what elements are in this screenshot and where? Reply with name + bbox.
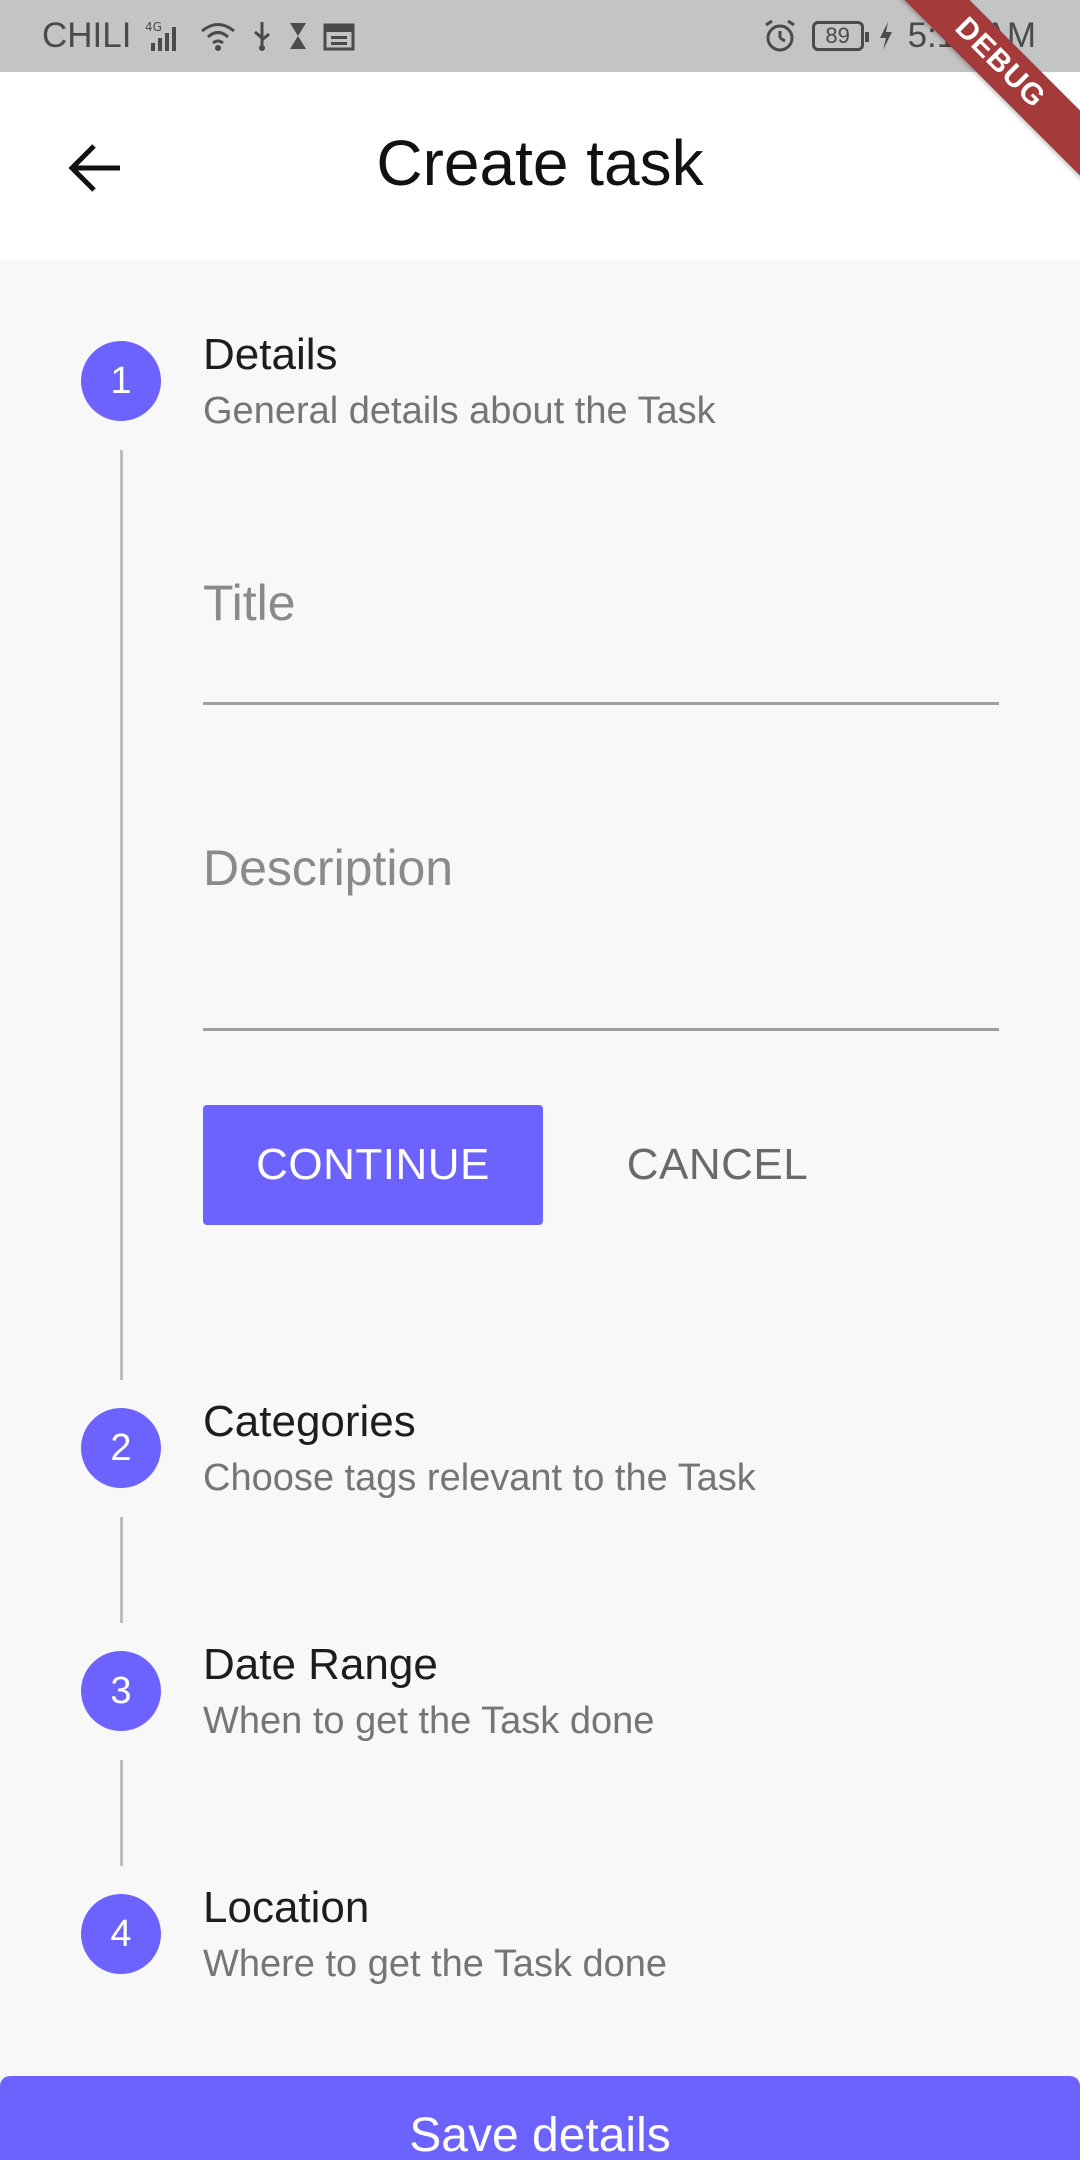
wifi-icon	[199, 21, 237, 51]
step-1-title[interactable]: Details	[203, 330, 338, 380]
page-title: Create task	[376, 127, 704, 199]
step-connector	[120, 1517, 123, 1623]
title-placeholder: Title	[203, 575, 296, 631]
status-left: CHILI 4G	[42, 16, 355, 56]
step-connector	[120, 1760, 123, 1866]
title-input[interactable]: Title	[203, 560, 999, 705]
charging-icon	[878, 21, 894, 51]
alarm-icon	[762, 18, 798, 54]
step-3-title[interactable]: Date Range	[203, 1640, 438, 1690]
step-connector	[120, 450, 123, 1380]
step-3-subtitle: When to get the Task done	[203, 1700, 655, 1742]
calendar-icon	[323, 21, 355, 51]
step-4-number[interactable]: 4	[81, 1894, 161, 1974]
app-bar: Create task	[0, 72, 1080, 260]
step-3-number[interactable]: 3	[81, 1651, 161, 1731]
description-input[interactable]: Description	[203, 825, 999, 1031]
carrier-name: CHILI	[42, 16, 132, 55]
step-4-subtitle: Where to get the Task done	[203, 1943, 668, 1985]
cancel-button[interactable]: CANCEL	[600, 1105, 835, 1225]
step-4-title[interactable]: Location	[203, 1883, 369, 1933]
hourglass-icon	[287, 21, 309, 51]
battery-icon: 89	[811, 21, 869, 51]
battery-level: 89	[825, 23, 850, 48]
save-details-button[interactable]: Save details	[0, 2076, 1080, 2160]
description-placeholder: Description	[203, 840, 454, 896]
step-1-subtitle: General details about the Task	[203, 390, 716, 432]
step-2-subtitle: Choose tags relevant to the Task	[203, 1457, 756, 1499]
step-1-number[interactable]: 1	[81, 341, 161, 421]
network-type-label: 4G	[145, 20, 162, 34]
step-2-title[interactable]: Categories	[203, 1397, 416, 1447]
step-2-number[interactable]: 2	[81, 1408, 161, 1488]
continue-button[interactable]: CONTINUE	[203, 1105, 543, 1225]
signal-icon: 4G	[145, 19, 185, 53]
usb-icon	[251, 20, 273, 52]
